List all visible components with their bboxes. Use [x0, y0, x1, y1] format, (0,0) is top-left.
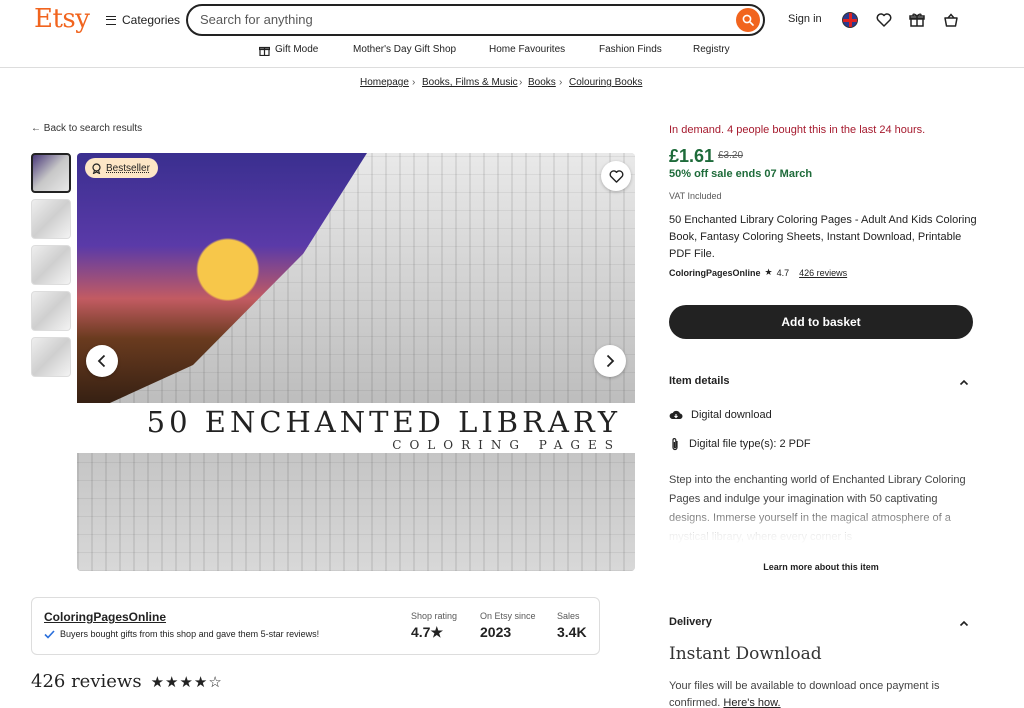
shop-name-link[interactable]: ColoringPagesOnline	[44, 610, 166, 624]
nav-item-registry[interactable]: Registry	[693, 44, 730, 55]
bestseller-label: Bestseller	[106, 162, 150, 174]
file-types-label: Digital file type(s): 2 PDF	[689, 438, 811, 450]
product-image[interactable]: 50 ENCHANTED LIBRARY COLORING PAGES Best…	[77, 153, 635, 571]
reviews-count: 426 reviews	[31, 671, 142, 692]
sign-in-link[interactable]: Sign in	[788, 13, 822, 25]
stat-label: Shop rating	[411, 611, 458, 621]
favourites-button[interactable]	[874, 10, 894, 30]
reviews-link[interactable]: 426 reviews	[799, 268, 847, 278]
chevron-up-icon[interactable]	[958, 617, 970, 629]
vat-note: VAT Included	[669, 191, 722, 201]
search-bar	[186, 4, 765, 36]
basket-icon	[944, 12, 958, 27]
delivery-description: Your files will be available to download…	[669, 680, 940, 708]
digital-download-label: Digital download	[691, 409, 772, 421]
sale-notice: 50% off sale ends 07 March	[669, 168, 813, 180]
thumbnail-5[interactable]	[31, 337, 71, 377]
delivery-text: Your files will be available to download…	[669, 678, 979, 708]
breadcrumb-books[interactable]: Books	[528, 77, 556, 88]
shop-note-text: Buyers bought gifts from this shop and g…	[60, 629, 320, 639]
previous-image-button[interactable]	[86, 345, 118, 377]
shop-note: Buyers bought gifts from this shop and g…	[44, 629, 319, 639]
product-title: 50 Enchanted Library Coloring Pages - Ad…	[669, 214, 977, 260]
nav-item-gift-mode[interactable]: Gift Mode	[275, 44, 318, 55]
categories-button[interactable]: Categories	[106, 13, 180, 27]
chevron-up-icon[interactable]	[958, 376, 970, 388]
on-etsy-since-stat: On Etsy since 2023	[480, 611, 536, 640]
stat-value: 2023	[480, 624, 512, 640]
back-to-results-label: Back to search results	[43, 123, 143, 134]
header-divider	[0, 67, 1024, 68]
breadcrumb-colouring-books[interactable]: Colouring Books	[569, 77, 642, 88]
breadcrumb-separator-icon: ›	[412, 77, 416, 88]
chevron-left-icon	[97, 354, 106, 368]
shop-rating-stat: Shop rating 4.7★	[411, 611, 457, 641]
nav-item-home-favourites[interactable]: Home Favourites	[489, 44, 565, 55]
gift-button[interactable]	[907, 10, 927, 30]
stat-label: On Etsy since	[480, 611, 536, 621]
delivery-type: Instant Download	[669, 644, 822, 664]
nav-item-fashion-finds[interactable]: Fashion Finds	[599, 44, 662, 55]
nav-item-mothers-day[interactable]: Mother's Day Gift Shop	[353, 44, 456, 55]
breadcrumb-separator-icon: ›	[519, 77, 523, 88]
categories-label: Categories	[122, 13, 181, 27]
basket-button[interactable]	[941, 10, 961, 30]
item-details-heading[interactable]: Item details	[669, 375, 730, 387]
category-nav: Gift Mode Mother's Day Gift Shop Home Fa…	[0, 44, 1024, 60]
add-to-basket-button[interactable]: Add to basket	[669, 305, 973, 339]
thumbnail-1[interactable]	[31, 153, 71, 193]
file-types-row: Digital file type(s): 2 PDF	[669, 437, 811, 451]
uk-flag-icon	[842, 12, 858, 28]
region-button[interactable]	[840, 10, 860, 30]
digital-download-row: Digital download	[669, 409, 772, 421]
arrow-left-icon: ←	[31, 123, 41, 134]
gift-mode-icon	[259, 46, 270, 56]
gift-icon	[909, 13, 925, 27]
stat-label: Sales	[557, 611, 580, 621]
thumbnail-4[interactable]	[31, 291, 71, 331]
reviews-heading: 426 reviews ★★★★☆	[31, 671, 223, 692]
menu-icon	[106, 15, 116, 25]
chevron-right-icon	[606, 354, 615, 368]
next-image-button[interactable]	[594, 345, 626, 377]
thumbnail-2[interactable]	[31, 199, 71, 239]
delivery-heading[interactable]: Delivery	[669, 616, 712, 628]
star-icon: ★	[764, 267, 773, 277]
breadcrumb-homepage[interactable]: Homepage	[360, 77, 409, 88]
paperclip-icon	[672, 438, 678, 451]
thumbnail-3[interactable]	[31, 245, 71, 285]
image-title-text: 50 ENCHANTED LIBRARY	[146, 405, 621, 439]
stat-value: 3.4K	[557, 624, 587, 640]
sale-price: £1.61	[669, 146, 715, 166]
image-subtitle-text: COLORING PAGES	[392, 438, 621, 452]
search-input[interactable]	[200, 12, 720, 27]
back-to-results-link[interactable]: ← Back to search results	[31, 123, 142, 134]
learn-more-button[interactable]: Learn more about this item	[669, 562, 973, 572]
breadcrumb-separator-icon: ›	[559, 77, 563, 88]
award-icon	[92, 162, 101, 174]
sales-stat: Sales 3.4K	[557, 611, 587, 640]
seller-name-link[interactable]: ColoringPagesOnline	[669, 268, 761, 278]
seller-rating: 4.7	[776, 267, 790, 278]
search-icon	[742, 14, 754, 26]
seller-info: ColoringPagesOnline ★ 4.7 426 reviews	[669, 267, 847, 278]
heres-how-link[interactable]: Here's how.	[723, 697, 780, 708]
heart-icon	[876, 13, 892, 27]
search-button[interactable]	[736, 8, 760, 32]
demand-notice: In demand. 4 people bought this in the l…	[669, 124, 926, 136]
cloud-download-icon	[669, 410, 683, 420]
stat-value: 4.7★	[411, 624, 444, 640]
original-price: £3.20	[718, 150, 744, 161]
bestseller-badge[interactable]: Bestseller	[85, 158, 158, 178]
heart-icon	[609, 169, 623, 183]
description-fade	[669, 506, 979, 548]
etsy-logo[interactable]: Etsy	[34, 4, 90, 34]
favourite-button[interactable]	[601, 161, 631, 191]
shop-card: ColoringPagesOnline Buyers bought gifts …	[31, 597, 600, 655]
checkmark-icon	[44, 629, 55, 639]
star-rating-icon: ★★★★☆	[150, 672, 223, 691]
breadcrumb-books-films-music[interactable]: Books, Films & Music	[422, 77, 518, 88]
